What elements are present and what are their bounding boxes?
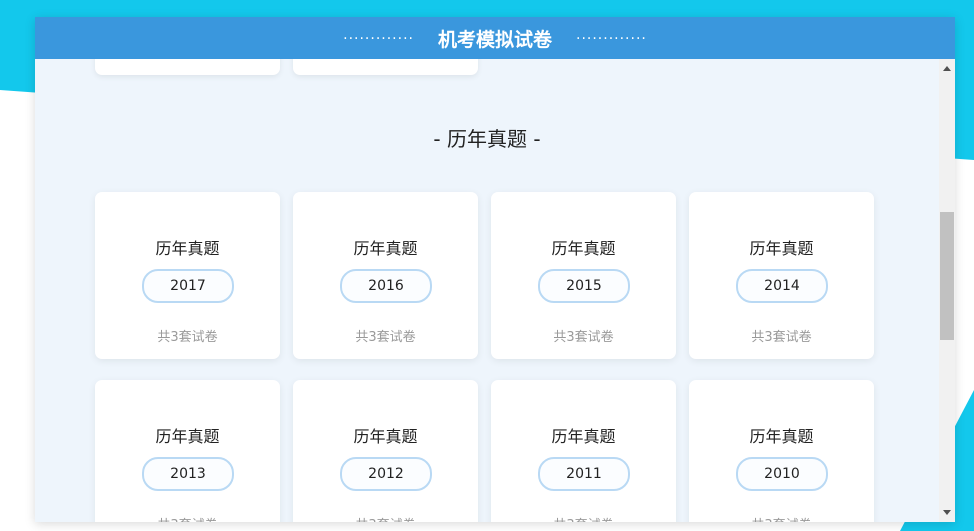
year-pill[interactable]: 2015 — [538, 269, 630, 303]
card-title: 历年真题 — [353, 427, 418, 446]
exam-card-2010[interactable]: 历年真题 2010 共3套试卷 — [689, 380, 874, 522]
year-pill[interactable]: 2016 — [340, 269, 432, 303]
partial-card[interactable] — [293, 59, 478, 75]
scroll-down-arrow-icon[interactable] — [943, 510, 951, 515]
paper-count: 共3套试卷 — [157, 330, 218, 345]
exam-card-2014[interactable]: 历年真题 2014 共3套试卷 — [689, 192, 874, 359]
paper-count: 共3套试卷 — [689, 514, 874, 522]
title-bar: ............. 机考模拟试卷 ............. — [35, 17, 955, 59]
card-title: 历年真题 — [155, 427, 220, 446]
card-title: 历年真题 — [749, 427, 814, 446]
exam-card-2013[interactable]: 历年真题 2013 共3套试卷 — [95, 380, 280, 522]
card-title: 历年真题 — [551, 239, 616, 258]
scroll-up-arrow-icon[interactable] — [943, 66, 951, 71]
paper-count: 共3套试卷 — [491, 514, 676, 522]
year-pill[interactable]: 2013 — [142, 457, 234, 491]
year-pill[interactable]: 2017 — [142, 269, 234, 303]
paper-count: 共3套试卷 — [95, 514, 280, 522]
card-title: 历年真题 — [551, 427, 616, 446]
exam-card-2016[interactable]: 历年真题 2016 共3套试卷 — [293, 192, 478, 359]
section-title: - 历年真题 - — [433, 127, 541, 151]
paper-count: 共3套试卷 — [293, 514, 478, 522]
card-title: 历年真题 — [155, 239, 220, 258]
paper-count: 共3套试卷 — [553, 330, 614, 345]
paper-count: 共3套试卷 — [355, 330, 416, 345]
exam-card-2011[interactable]: 历年真题 2011 共3套试卷 — [491, 380, 676, 522]
year-pill[interactable]: 2012 — [340, 457, 432, 491]
year-pill[interactable]: 2011 — [538, 457, 630, 491]
exam-card-2015[interactable]: 历年真题 2015 共3套试卷 — [491, 192, 676, 359]
partial-card[interactable] — [95, 59, 280, 75]
title-dots-left: ............. — [343, 27, 414, 43]
scrollbar-thumb[interactable] — [940, 212, 954, 340]
exam-card-2012[interactable]: 历年真题 2012 共3套试卷 — [293, 380, 478, 522]
window-title: 机考模拟试卷 — [437, 28, 552, 51]
card-title: 历年真题 — [353, 239, 418, 258]
paper-count: 共3套试卷 — [751, 330, 812, 345]
card-title: 历年真题 — [749, 239, 814, 258]
exam-window: ............. 机考模拟试卷 ............. - 历年真… — [35, 17, 955, 522]
content-area: - 历年真题 - 历年真题 2017 共3套试卷 历年真题 2016 共3套试卷… — [35, 59, 939, 522]
title-dots-right: ............. — [576, 27, 647, 43]
exam-card-2017[interactable]: 历年真题 2017 共3套试卷 — [95, 192, 280, 359]
year-pill[interactable]: 2014 — [736, 269, 828, 303]
vertical-scrollbar[interactable] — [939, 59, 955, 522]
year-pill[interactable]: 2010 — [736, 457, 828, 491]
